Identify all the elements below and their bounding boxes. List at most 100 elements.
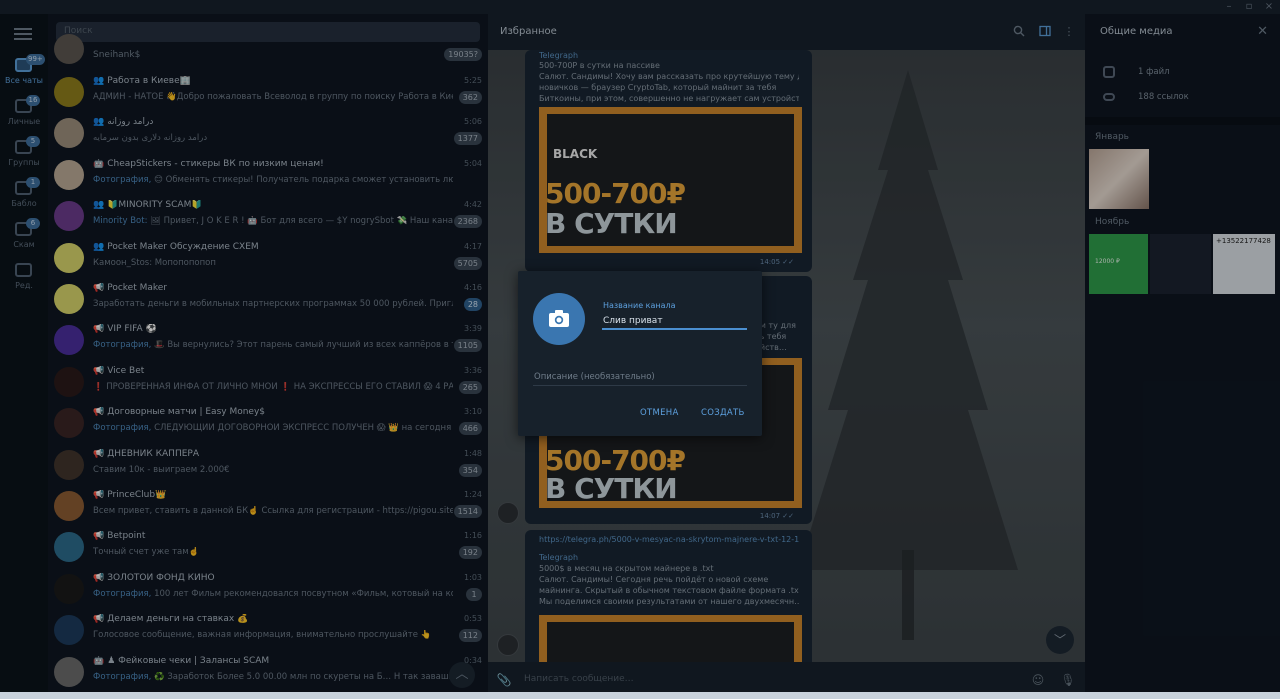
chat-type-icon: 📢 — [93, 324, 105, 335]
minimize-button[interactable]: – — [1222, 1, 1236, 13]
chat-row[interactable]: 📢 VIP FIFA ⚽ Фотография, 🎩 Вы вернулись? Э… — [48, 320, 488, 361]
chat-row[interactable]: 👥 Работа в Киеве🏢 АДМИН - НАТОЕ 👋Добро пож… — [48, 72, 488, 113]
message-link[interactable]: https://telegra.ph/5000-v-mesyac-na-skry… — [539, 534, 799, 545]
channel-name-input[interactable] — [602, 313, 747, 330]
camera-icon — [549, 310, 569, 327]
avatar[interactable] — [497, 634, 519, 656]
chat-preview: Ставим 10к - выиграем 2.000€ — [93, 464, 230, 475]
avatar[interactable] — [497, 502, 519, 524]
chat-preview: Фотография, 100 лет Фильм рекомендовался… — [93, 588, 453, 599]
message-line: 500-700Р в сутки на пассиве — [539, 61, 660, 70]
scroll-down-button[interactable]: ﹀ — [1046, 626, 1074, 654]
promo-period-text: В СУТКИ — [545, 472, 678, 505]
attach-icon[interactable]: 📎 — [496, 672, 512, 688]
chat-time: 4:16 — [464, 283, 482, 292]
emoji-icon[interactable]: ☺ — [1030, 672, 1046, 688]
chat-row[interactable]: 📢 Betpoint Точный счет уже там☝️ 1:16 192 — [48, 527, 488, 568]
message-line: ть тебя — [755, 332, 787, 341]
shared-files-row[interactable]: 1 файл — [1085, 62, 1280, 86]
media-thumbnail[interactable]: +13522177428 — [1213, 234, 1275, 294]
shared-links-row[interactable]: 188 ссылок — [1085, 87, 1280, 111]
unread-badge: 1105 — [453, 339, 482, 353]
chat-time: 1:03 — [464, 572, 482, 582]
month-header: Январь — [1095, 132, 1129, 142]
avatar — [54, 449, 84, 480]
chat-row[interactable]: 📢 Pocket Maker Заработать деньги в мобильн… — [48, 279, 488, 320]
chat-type-icon: 📢 — [93, 490, 105, 500]
chat-time: 1:48 — [464, 448, 482, 458]
unread-badge: 19035? — [444, 48, 482, 61]
close-window-button[interactable]: × — [1262, 1, 1276, 13]
folder-label: Все чаты — [5, 76, 43, 85]
folder-tab[interactable]: 99+ Все чаты — [0, 54, 48, 94]
folder-tab[interactable]: 5 Группы — [0, 136, 48, 176]
search-input[interactable]: Поиск — [56, 22, 480, 42]
channel-photo-button[interactable] — [533, 293, 585, 345]
chat-preview: Всем привет, ставить в данной БК☝️ Ссылк… — [93, 506, 453, 516]
folder-label: Бабло — [11, 199, 37, 208]
chat-name: 📢 Договорные матчи | Easy Money$ — [93, 407, 266, 418]
chat-time: 5:25 — [464, 76, 482, 85]
chat-type-icon: 📢 — [93, 531, 105, 542]
avatar — [54, 159, 84, 190]
channel-description-input[interactable] — [533, 368, 747, 386]
media-thumbnail[interactable] — [1089, 149, 1149, 209]
chat-preview: Камоон_Stos: Мопопопопоп — [93, 257, 216, 268]
title-bar: – ▫ × — [0, 0, 1280, 14]
avatar — [54, 284, 84, 314]
chat-row[interactable]: 📢 PrinceClub👑 Всем привет, ставить в данно… — [48, 486, 488, 527]
folders-rail: 99+ Все чаты 16 Личные 5 Группы 1 Бабло 6 Скам Ред… — [0, 14, 48, 699]
chat-row[interactable]: 📢 ЗОЛОТОЙ ФОНД КИНО Фотография, 100 лет Фи… — [48, 569, 488, 610]
chat-time: 4:42 — [464, 200, 482, 210]
month-header: Ноябрь — [1095, 217, 1130, 227]
chat-name: 📢 VIP FIFA ⚽ — [93, 324, 157, 335]
chat-row[interactable]: 🤖 ♟ Фейковые чеки | Залансы SCAM Фотографи… — [48, 652, 488, 693]
channel-name-label: Название канала — [603, 301, 676, 310]
message-line: Биткоины, при этом, совершенно не нагруж… — [539, 94, 799, 103]
unread-badge: 6 — [26, 218, 40, 229]
link-preview-image[interactable]: BLACK 500-700₽ В СУТКИ — [539, 107, 802, 253]
folder-label: Скам — [13, 240, 35, 249]
chat-name: 📢 Betpoint — [93, 531, 146, 542]
chat-row[interactable]: 📢 ДНЕВНИК КАППЕРА Ставим 10к - выиграем 2.… — [48, 445, 488, 486]
menu-icon[interactable] — [14, 28, 32, 41]
chat-name: 👥 درآمد روزانه — [93, 117, 154, 128]
chat-time: 1:16 — [464, 531, 482, 541]
folder-tab[interactable]: 16 Личные — [0, 95, 48, 135]
chat-row[interactable]: 📢 Vice Bet ❗ ПРОВЕРЕННАЯ ИНФА ОТ ЛИЧНО МНО… — [48, 362, 488, 403]
unread-badge: 466 — [458, 422, 482, 436]
maximize-button[interactable]: ▫ — [1242, 1, 1256, 13]
media-thumbnail[interactable] — [1150, 234, 1211, 294]
more-options-icon[interactable]: ⋮ — [1062, 25, 1076, 39]
tree-background-image — [798, 70, 1018, 640]
chat-type-icon: 📢 — [93, 448, 105, 459]
folder-tab[interactable]: 6 Скам — [0, 218, 48, 258]
chat-row[interactable]: 👥 درآمد روزانه درآمد روزانه دلاری بدون سرم… — [48, 113, 488, 154]
sidebar-toggle-icon[interactable] — [1038, 25, 1052, 39]
search-icon[interactable] — [1012, 25, 1026, 39]
chat-time: 4:17 — [464, 241, 482, 251]
chat-row[interactable]: 🤖 CheapStickers - стикеры ВК по низким це… — [48, 155, 488, 196]
message-line[interactable]: Telegraph — [539, 552, 799, 563]
chat-row[interactable]: Sneihank$ 19035? — [48, 34, 488, 66]
folder-tab[interactable]: 1 Бабло — [0, 177, 48, 217]
microphone-icon[interactable]: 🎙 — [1060, 672, 1076, 688]
unread-badge: 99+ — [26, 54, 45, 65]
chat-row[interactable]: 📢 Делаем деньги на ставках 💰 Голосовое соо… — [48, 610, 488, 651]
create-button[interactable]: СОЗДАТЬ — [701, 408, 745, 418]
chat-row[interactable]: 👥 🔰MINORITY SCAM🔰 Minority Bot: 🖼 Привет, … — [48, 196, 488, 237]
message-input[interactable]: Написать сообщение… — [524, 674, 634, 684]
message-time: 14:05 ✓✓ — [759, 258, 794, 266]
close-icon[interactable]: ✕ — [1257, 24, 1268, 39]
chat-row[interactable]: 📢 Договорные матчи | Easy Money$ Фотографи… — [48, 403, 488, 444]
chat-type-icon: 👥 — [93, 241, 105, 252]
unread-badge: 5705 — [453, 256, 482, 270]
media-thumbnail[interactable]: 12000 ₽ — [1089, 234, 1148, 294]
scroll-up-button[interactable]: ︿ — [449, 662, 475, 688]
chat-row[interactable]: 👥 Pocket Maker Обсуждение СХЕМ Камоон_Stos… — [48, 238, 488, 279]
folder-tab[interactable]: Ред. — [0, 259, 48, 299]
telegram-window: – ▫ × 99+ Все чаты 16 Личные 5 Группы 1 Бабло 6 С… — [0, 0, 1280, 699]
avatar — [54, 77, 84, 107]
cancel-button[interactable]: ОТМЕНА — [640, 408, 679, 418]
chat-preview: АДМИН - НАТОЕ 👋Добро пожаловать Всеволод… — [93, 92, 453, 102]
